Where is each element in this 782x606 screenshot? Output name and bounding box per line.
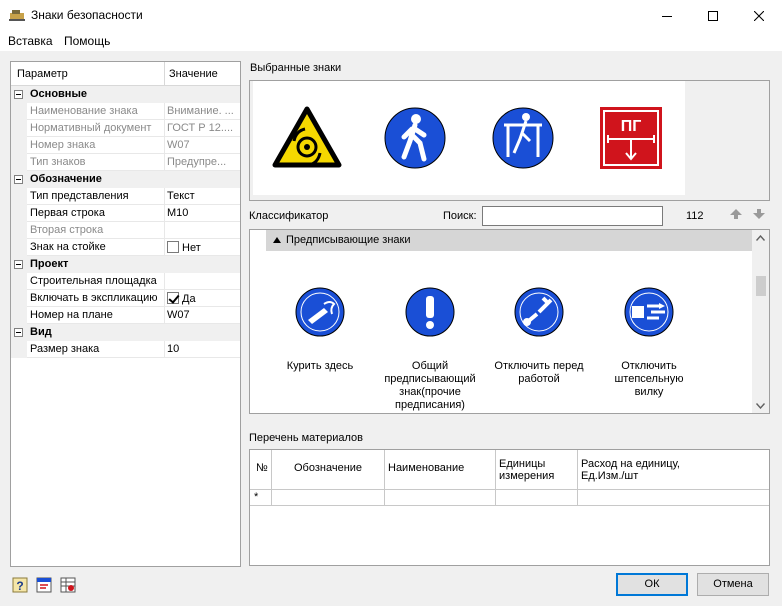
category-basic[interactable]: Основные bbox=[11, 86, 240, 103]
category-project[interactable]: Проект bbox=[11, 256, 240, 273]
sign-item[interactable]: Отключить штепсельную вилку bbox=[599, 286, 699, 398]
settings-table-icon[interactable] bbox=[60, 577, 76, 593]
property-grid-header: Параметр Значение bbox=[11, 62, 240, 86]
row-include-explication[interactable]: Включать в экспликацию Да bbox=[11, 290, 240, 307]
sign-caption: Курить здесь bbox=[286, 360, 354, 372]
property-grid: Параметр Значение Основные Наименование … bbox=[10, 61, 241, 567]
close-icon bbox=[754, 10, 764, 21]
on-stand-checkbox[interactable] bbox=[167, 241, 179, 253]
collapse-triangle-icon[interactable] bbox=[273, 237, 281, 243]
selected-signs-label: Выбранные знаки bbox=[250, 62, 342, 74]
arrow-up-icon[interactable] bbox=[729, 208, 743, 220]
selected-sign-tile[interactable]: ПГ bbox=[577, 81, 685, 195]
app-icon bbox=[9, 10, 25, 21]
materials-table[interactable]: № Обозначение Наименование Единицы измер… bbox=[249, 449, 770, 566]
pedestrian-icon bbox=[384, 107, 446, 169]
row-representation-type[interactable]: Тип представления Текст bbox=[11, 188, 240, 205]
row-sign-name[interactable]: Наименование знака Внимание. ... bbox=[11, 103, 240, 120]
row-construction-site[interactable]: Строительная площадка bbox=[11, 273, 240, 290]
collapse-icon[interactable] bbox=[14, 175, 23, 184]
include-explication-checkbox[interactable] bbox=[167, 292, 179, 304]
exclamation-icon bbox=[405, 287, 455, 337]
close-button[interactable] bbox=[736, 0, 782, 31]
scrollbar-thumb[interactable] bbox=[756, 276, 766, 296]
switch-off-icon bbox=[514, 287, 564, 337]
sign-caption: Отключить штепсельную вилку bbox=[614, 360, 684, 398]
window-title: Знаки безопасности bbox=[31, 8, 143, 22]
svg-text:ПГ: ПГ bbox=[621, 118, 642, 135]
window: Знаки безопасности Вставка Помощь Параме… bbox=[0, 0, 782, 606]
materials-label: Перечень материалов bbox=[249, 432, 363, 444]
results-count: 112 bbox=[686, 210, 704, 222]
minimize-icon bbox=[662, 15, 672, 17]
selected-sign-tile[interactable] bbox=[253, 81, 361, 195]
smoking-area-icon bbox=[295, 287, 345, 337]
fire-hydrant-sign-icon: ПГ bbox=[600, 107, 662, 169]
sign-item[interactable]: Отключить перед работой bbox=[489, 286, 589, 385]
new-row-marker: * bbox=[254, 491, 259, 503]
column-value: Значение bbox=[169, 68, 218, 80]
scaffold-icon bbox=[492, 107, 554, 169]
group-header[interactable]: Предписывающие знаки bbox=[266, 230, 754, 251]
menu-help[interactable]: Помощь bbox=[64, 34, 110, 48]
maximize-icon bbox=[708, 10, 718, 21]
unplug-icon bbox=[624, 287, 674, 337]
classifier-label: Классификатор bbox=[249, 210, 329, 222]
cancel-button[interactable]: Отмена bbox=[697, 573, 769, 596]
maximize-button[interactable] bbox=[690, 0, 736, 31]
scroll-up-icon[interactable] bbox=[756, 235, 765, 241]
sign-caption: Общий предписывающий знак(прочие предпис… bbox=[384, 360, 476, 411]
menu-insert[interactable]: Вставка bbox=[8, 34, 53, 48]
new-row[interactable]: * bbox=[250, 490, 769, 506]
menu-bar: Вставка Помощь bbox=[0, 31, 782, 51]
collapse-icon[interactable] bbox=[14, 328, 23, 337]
classifier-scrollbar[interactable] bbox=[752, 230, 769, 413]
arrow-down-icon[interactable] bbox=[752, 208, 766, 220]
column-parameter: Параметр bbox=[17, 68, 68, 80]
row-plan-number[interactable]: Номер на плане W07 bbox=[11, 307, 240, 324]
collapse-icon[interactable] bbox=[14, 90, 23, 99]
row-sign-size[interactable]: Размер знака 10 bbox=[11, 341, 240, 358]
scroll-down-icon[interactable] bbox=[756, 403, 765, 409]
selected-sign-tile[interactable] bbox=[361, 81, 469, 195]
search-label: Поиск: bbox=[443, 210, 477, 222]
export-icon[interactable] bbox=[36, 577, 52, 593]
row-on-stand[interactable]: Знак на стойке Нет bbox=[11, 239, 240, 256]
warning-rotating-icon bbox=[272, 106, 342, 168]
row-sign-number[interactable]: Номер знака W07 bbox=[11, 137, 240, 154]
ok-button[interactable]: ОК bbox=[616, 573, 688, 596]
collapse-icon[interactable] bbox=[14, 260, 23, 269]
classifier-list: Предписывающие знаки Курить здесь Общий … bbox=[249, 229, 770, 414]
minimize-button[interactable] bbox=[644, 0, 690, 31]
search-input[interactable] bbox=[482, 206, 663, 226]
help-icon[interactable]: ? bbox=[12, 577, 28, 593]
row-normative-doc[interactable]: Нормативный документ ГОСТ Р 12.... bbox=[11, 120, 240, 137]
sign-item[interactable]: Курить здесь bbox=[270, 286, 370, 372]
row-second-line[interactable]: Вторая строка bbox=[11, 222, 240, 239]
svg-text:?: ? bbox=[16, 579, 23, 593]
row-first-line[interactable]: Первая строка М10 bbox=[11, 205, 240, 222]
selected-sign-tile[interactable] bbox=[469, 81, 577, 195]
category-view[interactable]: Вид bbox=[11, 324, 240, 341]
sign-caption: Отключить перед работой bbox=[494, 360, 584, 385]
title-bar: Знаки безопасности bbox=[0, 0, 782, 31]
row-sign-type[interactable]: Тип знаков Предупре... bbox=[11, 154, 240, 171]
category-designation[interactable]: Обозначение bbox=[11, 171, 240, 188]
selected-signs-panel: ПГ bbox=[249, 80, 770, 201]
sign-item[interactable]: Общий предписывающий знак(прочие предпис… bbox=[380, 286, 480, 411]
